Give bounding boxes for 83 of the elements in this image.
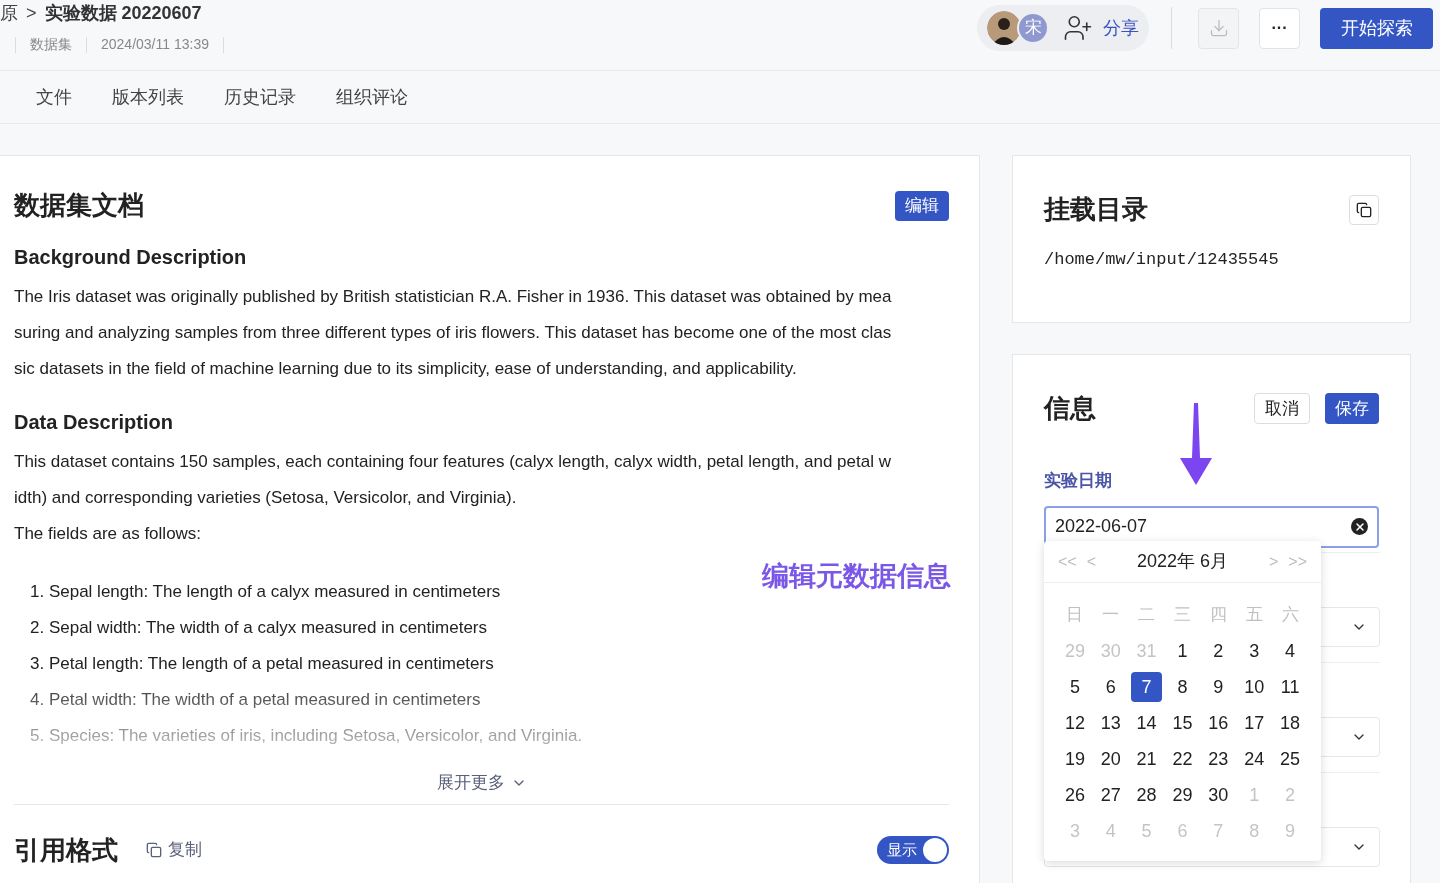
calendar-day[interactable]: 5: [1059, 672, 1091, 702]
paragraph-line: idth) and corresponding varieties (Setosa, Versicolor, and Virginia).: [14, 487, 518, 509]
calendar-day[interactable]: 22: [1167, 744, 1198, 774]
weekday-label: 二: [1137, 604, 1157, 627]
tab[interactable]: 文件: [36, 71, 72, 123]
share-link[interactable]: 分享: [1103, 14, 1139, 42]
calendar-day[interactable]: 9: [1202, 672, 1234, 702]
calendar-month: 2022年 6月: [1135, 550, 1230, 573]
tab[interactable]: 版本列表: [112, 71, 184, 123]
weekday-label: 六: [1280, 604, 1300, 627]
clear-icon[interactable]: [1351, 518, 1368, 535]
meta-text: 数据集: [29, 35, 73, 54]
calendar-day[interactable]: 3: [1238, 636, 1270, 666]
calendar-day[interactable]: 25: [1274, 744, 1306, 774]
expand-more-link[interactable]: 展开更多: [436, 770, 527, 796]
meta-text: 2024/03/11 13:39: [100, 35, 210, 54]
copy-icon: [1356, 201, 1372, 218]
list-item: 1. Sepal length: The length of a calyx measured in centimeters: [30, 582, 501, 601]
add-user-icon[interactable]: [1063, 13, 1093, 43]
calendar-day[interactable]: 2: [1202, 636, 1234, 666]
tab[interactable]: 历史记录: [224, 71, 296, 123]
weekday-label: 五: [1244, 604, 1264, 627]
paragraph-line: The fields are as follows:: [14, 523, 203, 545]
paragraph-line: The Iris dataset was originally published by British statistician R.A. Fisher in 1936. This dataset was obtained by mea: [14, 286, 893, 308]
calendar-day[interactable]: 28: [1131, 780, 1163, 810]
calendar-day[interactable]: 26: [1059, 780, 1091, 810]
calendar-day[interactable]: 29: [1167, 780, 1198, 810]
calendar-day[interactable]: 23: [1202, 744, 1234, 774]
paragraph-line: suring and analyzing samples from three different types of iris flowers. This dataset has become one of the most clas: [14, 322, 893, 344]
calendar-day[interactable]: 7: [1131, 672, 1163, 702]
calendar-day[interactable]: 30: [1202, 780, 1234, 810]
arrow-icon: [1178, 403, 1214, 485]
breadcrumb-separator: >: [26, 1, 37, 25]
list-item: 4. Petal width: The width of a petal measured in centimeters: [30, 690, 481, 709]
calendar-day[interactable]: 1: [1167, 636, 1198, 666]
calendar-day[interactable]: 21: [1131, 744, 1163, 774]
list-item: 5. Species: The varieties of iris, including Setosa, Versicolor, and Virginia.: [30, 726, 583, 745]
weekday-label: 日: [1065, 604, 1085, 627]
calendar-day[interactable]: 14: [1131, 708, 1163, 738]
mount-path: /home/mw/input/12435545: [1044, 249, 1280, 271]
section-title: 引用格式: [14, 833, 118, 867]
list-item: 3. Petal length: The length of a petal measured in centimeters: [30, 654, 494, 673]
calendar-day[interactable]: 10: [1238, 672, 1270, 702]
copy-button[interactable]: [1349, 194, 1379, 225]
cancel-button[interactable]: 取消: [1254, 393, 1310, 424]
annotation-text: 编辑元数据信息: [762, 560, 951, 593]
start-button[interactable]: 开始探索: [1320, 7, 1433, 49]
calendar-day[interactable]: 20: [1095, 744, 1127, 774]
calendar-day[interactable]: 18: [1274, 708, 1306, 738]
calendar-day[interactable]: 13: [1095, 708, 1127, 738]
more-button[interactable]: ···: [1259, 7, 1300, 49]
field-label: 实验日期: [1043, 470, 1113, 492]
paragraph-line: sic datasets in the field of machine learning due to its simplicity, ease of understanding, and applicability.: [14, 358, 798, 380]
paragraph-line: This dataset contains 150 samples, each containing four features (calyx length, calyx width, petal length, and petal w: [14, 451, 892, 473]
weekday-label: 四: [1208, 604, 1228, 627]
avatar[interactable]: [987, 11, 1021, 45]
calendar-day[interactable]: 19: [1059, 744, 1091, 774]
copy-icon: [146, 842, 162, 858]
tab[interactable]: 组织评论: [336, 71, 408, 123]
display-toggle[interactable]: 显示: [877, 836, 949, 864]
section-title: 数据集文档: [14, 189, 144, 222]
breadcrumb-link[interactable]: 原: [0, 0, 18, 27]
calendar-day[interactable]: 16: [1202, 708, 1234, 738]
list-item: 2. Sepal width: The width of a calyx measured in centimeters: [30, 618, 488, 637]
calendar-day[interactable]: 17: [1238, 708, 1270, 738]
page-title: 实验数据 20220607: [44, 1, 202, 25]
section-title: 信息: [1044, 392, 1096, 425]
calendar-day[interactable]: 11: [1274, 672, 1306, 702]
weekday-label: 一: [1101, 604, 1121, 627]
calendar-day[interactable]: 27: [1095, 780, 1127, 810]
calendar-day[interactable]: 24: [1238, 744, 1270, 774]
section-title: 挂载目录: [1044, 193, 1148, 226]
calendar-day[interactable]: 4: [1274, 636, 1306, 666]
calendar-day[interactable]: 15: [1167, 708, 1198, 738]
calendar-day[interactable]: 12: [1059, 708, 1091, 738]
calendar-day[interactable]: 8: [1167, 672, 1198, 702]
download-icon: [1208, 18, 1229, 38]
copy-link[interactable]: 复制: [146, 837, 202, 863]
subheading: Data Description: [14, 410, 174, 435]
save-button[interactable]: 保存: [1325, 393, 1379, 424]
edit-button[interactable]: 编辑: [895, 190, 949, 221]
calendar-day[interactable]: 6: [1095, 672, 1127, 702]
subheading: Background Description: [14, 245, 248, 270]
